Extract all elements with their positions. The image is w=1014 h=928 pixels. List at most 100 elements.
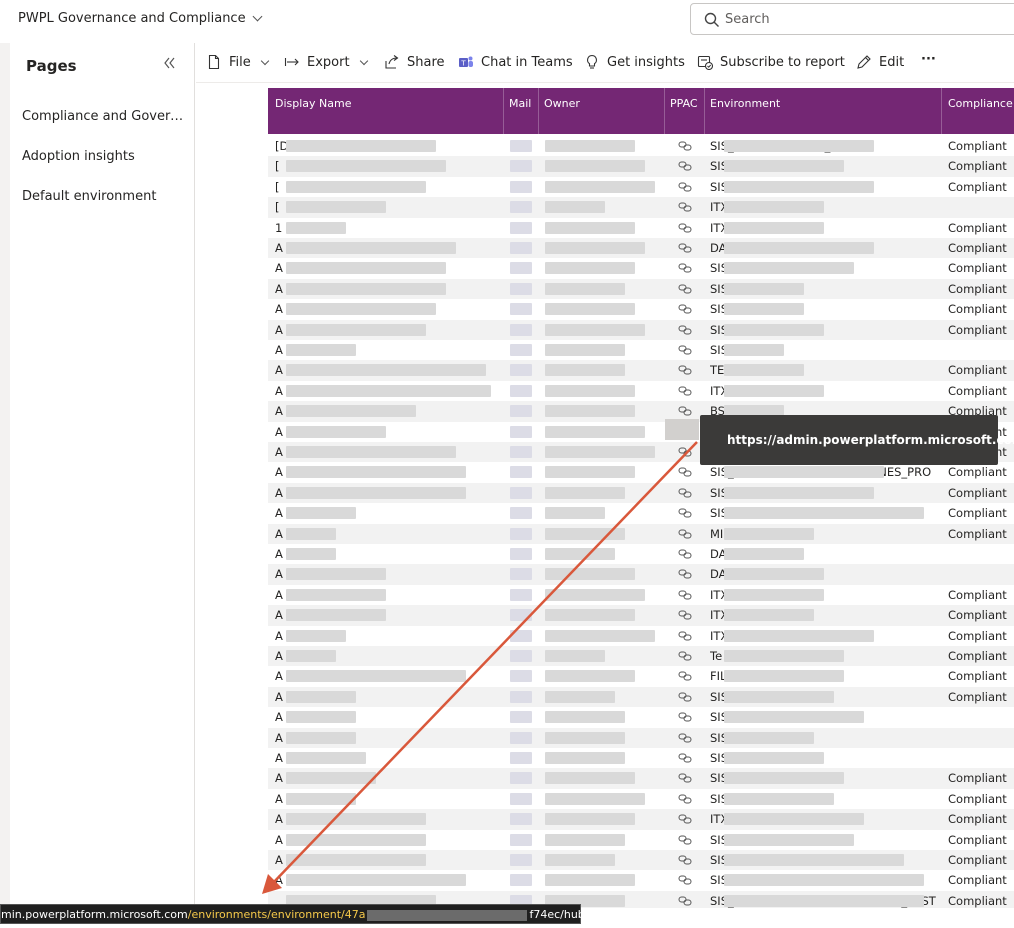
file-menu-button[interactable]: File bbox=[206, 54, 270, 70]
link-icon[interactable] bbox=[678, 772, 692, 784]
link-icon[interactable] bbox=[678, 201, 692, 213]
table-row[interactable]: ASISCompliant bbox=[268, 299, 1014, 319]
column-header-mail[interactable]: Mail bbox=[509, 97, 531, 110]
search-box[interactable]: Search bbox=[690, 3, 1014, 35]
link-icon[interactable] bbox=[678, 364, 692, 376]
table-row[interactable]: ASISCompliant bbox=[268, 830, 1014, 850]
link-icon[interactable] bbox=[678, 874, 692, 886]
collapse-pane-icon[interactable] bbox=[163, 56, 177, 70]
column-header-display-name[interactable]: Display Name bbox=[275, 97, 352, 110]
redacted-block bbox=[510, 813, 532, 826]
link-icon[interactable] bbox=[678, 283, 692, 295]
column-header-owner[interactable]: Owner bbox=[544, 97, 580, 110]
table-row[interactable]: A SIS bbox=[268, 727, 1014, 748]
table-row[interactable]: [SIS Compliant bbox=[268, 177, 1014, 197]
redacted-block bbox=[510, 180, 532, 193]
link-icon[interactable] bbox=[678, 793, 692, 805]
link-icon[interactable] bbox=[678, 160, 692, 172]
redacted-block bbox=[510, 874, 532, 887]
table-row[interactable]: A SIS bbox=[268, 707, 1014, 727]
table-row[interactable]: A ITX Compliant bbox=[268, 381, 1014, 401]
redacted-block bbox=[724, 752, 824, 764]
column-header-ppac[interactable]: PPAC bbox=[670, 97, 698, 110]
table-row[interactable]: 1 ITX Compliant bbox=[268, 218, 1014, 238]
table-row[interactable]: A DA bbox=[268, 544, 1014, 564]
table-row[interactable]: ASISCompliant bbox=[268, 686, 1014, 708]
table-row[interactable]: ASISCompliant bbox=[268, 278, 1014, 300]
table-row[interactable]: ASIS_COMPRASYCONTRATACIONES_PROCompliant bbox=[268, 462, 1014, 482]
report-title-dropdown[interactable]: PWPL Governance and Compliance bbox=[18, 11, 263, 26]
link-icon[interactable] bbox=[678, 528, 692, 540]
link-icon[interactable] bbox=[678, 813, 692, 825]
link-icon[interactable] bbox=[678, 854, 692, 866]
link-icon[interactable] bbox=[678, 589, 692, 601]
table-row[interactable]: ASISCompliant bbox=[268, 768, 1014, 789]
export-menu-button[interactable]: Export bbox=[284, 54, 368, 70]
redacted-block bbox=[286, 364, 486, 377]
link-icon[interactable] bbox=[678, 344, 692, 356]
table-row[interactable]: A SIS bbox=[268, 748, 1014, 768]
link-icon[interactable] bbox=[678, 385, 692, 397]
get-insights-button[interactable]: Get insights bbox=[584, 54, 685, 70]
link-icon[interactable] bbox=[678, 446, 692, 458]
link-icon[interactable] bbox=[678, 181, 692, 193]
table-row[interactable]: [DEV] Gestión de...SIS_ABOGSISTEMAS_DEVC… bbox=[268, 136, 1014, 156]
table-row[interactable]: A FIL Compliant bbox=[268, 666, 1014, 686]
table-row[interactable]: ASISCompliant bbox=[268, 319, 1014, 340]
link-icon[interactable] bbox=[678, 752, 692, 764]
page-item-compliance[interactable]: Compliance and Govern... bbox=[22, 109, 187, 124]
link-icon[interactable] bbox=[678, 609, 692, 621]
link-icon[interactable] bbox=[678, 303, 692, 315]
table-row[interactable]: ASISCompliant bbox=[268, 258, 1014, 278]
more-options-button[interactable]: ··· bbox=[921, 52, 936, 67]
link-icon[interactable] bbox=[678, 548, 692, 560]
link-icon[interactable] bbox=[678, 650, 692, 662]
table-row[interactable]: A ITX Compliant bbox=[268, 585, 1014, 605]
table-row[interactable]: A Te Compliant bbox=[268, 646, 1014, 667]
link-icon[interactable] bbox=[678, 507, 692, 519]
link-icon[interactable] bbox=[678, 711, 692, 723]
edit-button[interactable]: Edit bbox=[856, 54, 904, 70]
page-item-adoption[interactable]: Adoption insights bbox=[22, 149, 187, 164]
chat-in-teams-button[interactable]: T Chat in Teams bbox=[458, 54, 573, 70]
table-row[interactable]: A ITX Compliant bbox=[268, 605, 1014, 626]
table-row[interactable]: ASISCompliant bbox=[268, 870, 1014, 890]
search-placeholder: Search bbox=[725, 12, 770, 27]
link-icon[interactable] bbox=[678, 691, 692, 703]
link-icon[interactable] bbox=[678, 262, 692, 274]
link-icon[interactable] bbox=[678, 732, 692, 744]
edit-label: Edit bbox=[879, 54, 905, 70]
link-icon[interactable] bbox=[678, 405, 692, 417]
link-icon[interactable] bbox=[678, 895, 692, 907]
table-row[interactable]: A MI Compliant bbox=[268, 523, 1014, 544]
link-icon[interactable] bbox=[678, 568, 692, 580]
page-item-default-env[interactable]: Default environment bbox=[22, 189, 187, 204]
link-icon[interactable] bbox=[678, 324, 692, 336]
table-row[interactable]: A DA bbox=[268, 564, 1014, 585]
link-icon[interactable] bbox=[678, 222, 692, 234]
link-icon[interactable] bbox=[678, 670, 692, 682]
table-row[interactable]: A ITX Compliant bbox=[268, 626, 1014, 646]
table-row[interactable]: ASISCompliant bbox=[268, 789, 1014, 809]
subscribe-button[interactable]: Subscribe to report bbox=[697, 54, 845, 70]
table-row[interactable]: ASISCompliant bbox=[268, 850, 1014, 871]
link-icon[interactable] bbox=[678, 140, 692, 152]
link-icon[interactable] bbox=[678, 630, 692, 642]
compliance-cell: Compliant bbox=[948, 322, 1007, 337]
link-icon[interactable] bbox=[678, 466, 692, 478]
table-row[interactable]: ASISCompliant bbox=[268, 503, 1014, 523]
link-icon[interactable] bbox=[678, 242, 692, 254]
pages-title: Pages bbox=[26, 57, 77, 75]
table-row[interactable]: [SIS Compliant bbox=[268, 156, 1014, 177]
table-row[interactable]: A DA Compliant bbox=[268, 238, 1014, 259]
column-header-compliance[interactable]: Compliance bbox=[948, 97, 1013, 110]
link-icon[interactable] bbox=[678, 487, 692, 499]
table-row[interactable]: A ITX Compliant bbox=[268, 809, 1014, 830]
table-row[interactable]: A TE Compliant bbox=[268, 360, 1014, 381]
table-row[interactable]: ASISCompliant bbox=[268, 482, 1014, 504]
table-row[interactable]: [ITX bbox=[268, 197, 1014, 218]
column-header-environment[interactable]: Environment bbox=[710, 97, 780, 110]
share-button[interactable]: Share bbox=[384, 54, 445, 70]
link-icon[interactable] bbox=[678, 834, 692, 846]
table-row[interactable]: A SIS bbox=[268, 340, 1014, 360]
